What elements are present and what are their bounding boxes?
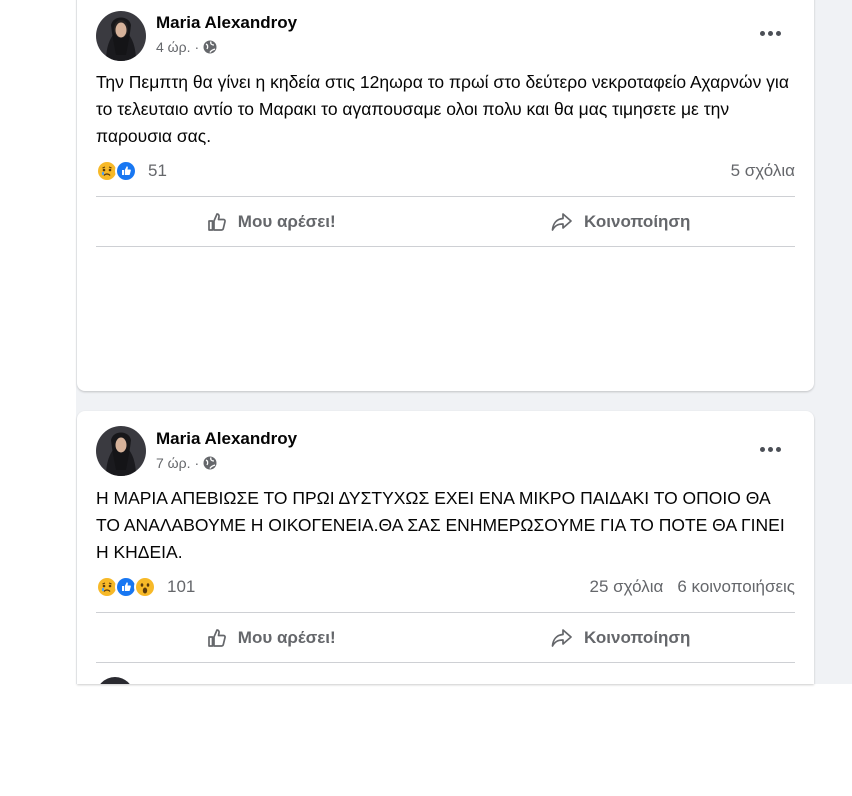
post-meta: 4 ώρ. · bbox=[156, 39, 217, 55]
share-label: Κοινοποίηση bbox=[584, 628, 691, 647]
like-button[interactable]: Μου αρέσει! bbox=[96, 198, 446, 246]
like-reaction-icon[interactable] bbox=[115, 160, 137, 182]
share-icon bbox=[551, 213, 572, 231]
post-text: Την Πεμπτη θα γίνει η κηδεία στις 12ηωρα… bbox=[96, 72, 789, 146]
post-text: Η ΜΑΡΙΑ ΑΠΕΒΙΩΣΕ ΤΟ ΠΡΩΙ ΔΥΣΤΥΧΩΣ ΕΧΕΙ Ε… bbox=[96, 488, 785, 562]
author-name[interactable]: Maria Alexandroy bbox=[156, 13, 297, 33]
reactions-summary: 101 25 σχόλια 6 κοινοποιήσεις bbox=[96, 575, 795, 599]
reactions-summary: 51 5 σχόλια bbox=[96, 159, 795, 183]
post-action-bar: Μου αρέσει! Κοινοποίηση bbox=[96, 614, 795, 662]
share-label: Κοινοποίηση bbox=[584, 212, 691, 231]
meta-separator: · bbox=[194, 455, 200, 471]
share-icon bbox=[551, 629, 572, 647]
author-name[interactable]: Maria Alexandroy bbox=[156, 429, 297, 449]
share-button[interactable]: Κοινοποίηση bbox=[446, 198, 796, 246]
post-timestamp[interactable]: 7 ώρ. bbox=[156, 455, 190, 471]
post-card: Maria Alexandroy 7 ώρ. · Η ΜΑΡΙΑ ΑΠΕΒΙΩΣ… bbox=[77, 411, 814, 684]
divider bbox=[96, 612, 795, 613]
share-button[interactable]: Κοινοποίηση bbox=[446, 614, 796, 662]
divider bbox=[96, 246, 795, 247]
thumbs-up-icon bbox=[207, 629, 226, 647]
more-options-button[interactable] bbox=[756, 439, 784, 459]
divider bbox=[96, 196, 795, 197]
share-count[interactable]: 6 κοινοποιήσεις bbox=[677, 577, 795, 597]
more-options-button[interactable] bbox=[756, 23, 784, 43]
like-label: Μου αρέσει! bbox=[237, 628, 336, 647]
post-action-bar: Μου αρέσει! Κοινοποίηση bbox=[96, 198, 795, 246]
wow-reaction-icon[interactable] bbox=[134, 576, 156, 598]
reaction-count[interactable]: 101 bbox=[167, 577, 195, 597]
like-button[interactable]: Μου αρέσει! bbox=[96, 614, 446, 662]
post-meta: 7 ώρ. · bbox=[156, 455, 217, 471]
post-timestamp[interactable]: 4 ώρ. bbox=[156, 39, 190, 55]
comment-count[interactable]: 5 σχόλια bbox=[731, 161, 795, 181]
globe-icon bbox=[203, 40, 217, 54]
divider bbox=[96, 662, 795, 663]
like-label: Μου αρέσει! bbox=[237, 212, 336, 231]
comment-count[interactable]: 25 σχόλια bbox=[590, 577, 664, 597]
post-card: Maria Alexandroy 4 ώρ. · Την Πεμπτη θα γ… bbox=[77, 0, 814, 391]
globe-icon bbox=[203, 456, 217, 470]
author-avatar[interactable] bbox=[96, 11, 146, 61]
reaction-count[interactable]: 51 bbox=[148, 161, 167, 181]
meta-separator: · bbox=[194, 39, 200, 55]
thumbs-up-icon bbox=[207, 213, 226, 231]
author-avatar[interactable] bbox=[96, 426, 146, 476]
commenter-avatar[interactable] bbox=[96, 677, 134, 684]
